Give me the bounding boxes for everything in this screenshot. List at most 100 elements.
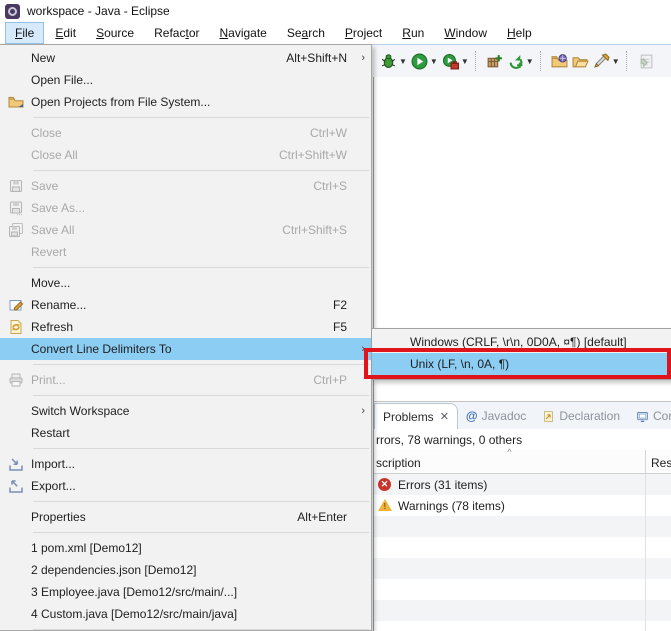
submenu-arrow-icon: › <box>353 343 365 355</box>
open-folder-icon[interactable] <box>572 53 589 70</box>
menu-item-refresh[interactable]: Refresh F5 <box>0 316 371 338</box>
folder-icon <box>0 94 31 110</box>
tab-declaration[interactable]: Declaration <box>534 403 628 429</box>
menu-item-move[interactable]: Move... <box>0 272 371 294</box>
menu-separator <box>33 170 369 171</box>
eclipse-logo-icon <box>5 4 20 19</box>
run-icon[interactable]: ▼ <box>411 53 438 70</box>
menu-file[interactable]: File <box>5 22 44 44</box>
new-java-project-icon[interactable] <box>486 53 503 70</box>
menu-item-open-file[interactable]: Open File... <box>0 69 371 91</box>
tab-problems[interactable]: Problems ✕ <box>374 403 458 429</box>
toolbar-separator <box>540 51 545 71</box>
menu-item-export[interactable]: Export... <box>0 475 371 497</box>
submenu-arrow-icon: › <box>353 405 365 417</box>
submenu-arrow-icon: › <box>353 52 365 64</box>
tab-javadoc[interactable]: @ Javadoc <box>458 403 534 429</box>
tab-console[interactable]: Console <box>628 403 671 429</box>
menu-separator <box>33 448 369 449</box>
menu-separator <box>33 117 369 118</box>
menu-item-recent-3[interactable]: 3 Employee.java [Demo12/src/main/...] <box>0 581 371 603</box>
menu-item-close-all: Close All Ctrl+Shift+W <box>0 144 371 166</box>
menu-item-save-as: Save As... <box>0 197 371 219</box>
menu-separator <box>33 532 369 533</box>
table-row <box>374 537 671 558</box>
save-all-icon <box>0 222 31 238</box>
submenu-item-unix[interactable]: Unix (LF, \n, 0A, ¶) <box>372 353 671 375</box>
debug-icon[interactable]: ▼ <box>380 53 407 70</box>
problems-summary: rrors, 78 warnings, 0 others <box>374 429 671 450</box>
update-plus-icon[interactable]: ▼ <box>507 53 534 70</box>
dropdown-arrow-icon[interactable]: ▼ <box>526 57 534 66</box>
dropdown-arrow-icon[interactable]: ▼ <box>461 57 469 66</box>
file-menu-dropdown: New Alt+Shift+N › Open File... Open Proj… <box>0 44 372 631</box>
menu-project[interactable]: Project <box>336 22 391 44</box>
menu-item-restart[interactable]: Restart <box>0 422 371 444</box>
refresh-icon <box>0 319 31 335</box>
menu-refactor[interactable]: Refactor <box>145 22 208 44</box>
menu-separator <box>33 629 369 630</box>
table-row <box>374 558 671 579</box>
run-external-icon[interactable]: ▼ <box>442 53 469 70</box>
menu-source[interactable]: Source <box>87 22 143 44</box>
import-icon <box>0 456 31 472</box>
menu-separator <box>33 395 369 396</box>
menu-item-new[interactable]: New Alt+Shift+N › <box>0 47 371 69</box>
table-row-warnings[interactable]: ! Warnings (78 items) <box>374 495 671 516</box>
table-row <box>374 600 671 621</box>
menu-search[interactable]: Search <box>278 22 334 44</box>
marker-pen-icon[interactable]: ▼ <box>593 53 620 70</box>
dropdown-arrow-icon[interactable]: ▼ <box>612 57 620 66</box>
disabled-action-icon <box>637 53 654 70</box>
menu-item-open-projects[interactable]: Open Projects from File System... <box>0 91 371 113</box>
table-row <box>374 621 671 631</box>
window-title: workspace - Java - Eclipse <box>27 4 170 18</box>
menu-item-rename[interactable]: Rename... F2 <box>0 294 371 316</box>
toolbar-separator <box>475 51 480 71</box>
menu-run[interactable]: Run <box>393 22 433 44</box>
submenu-item-windows[interactable]: Windows (CRLF, \r\n, 0D0A, ¤¶) [default] <box>372 331 671 353</box>
print-icon <box>0 372 31 388</box>
menu-bar: File Edit Source Refactor Navigate Searc… <box>0 22 671 44</box>
table-row-errors[interactable]: ✕ Errors (31 items) <box>374 474 671 495</box>
table-header-row: ^ scription Res <box>374 450 671 474</box>
save-as-icon <box>0 200 31 216</box>
menu-item-convert-line-delimiters[interactable]: Convert Line Delimiters To › <box>0 338 371 360</box>
menu-help[interactable]: Help <box>498 22 541 44</box>
menu-item-revert: Revert <box>0 241 371 263</box>
menu-item-save-all: Save All Ctrl+Shift+S <box>0 219 371 241</box>
table-row <box>374 579 671 600</box>
toolbar-separator <box>626 51 631 71</box>
view-tab-bar: Problems ✕ @ Javadoc Declaration Console <box>374 402 671 429</box>
menu-item-recent-2[interactable]: 2 dependencies.json [Demo12] <box>0 559 371 581</box>
menu-item-import[interactable]: Import... <box>0 453 371 475</box>
save-icon <box>0 178 31 194</box>
column-description[interactable]: ^ scription <box>374 450 645 473</box>
export-icon <box>0 478 31 494</box>
menu-separator <box>33 501 369 502</box>
problems-table: ✕ Errors (31 items) ! Warnings (78 items… <box>374 474 671 631</box>
close-icon[interactable]: ✕ <box>440 410 449 423</box>
menu-item-print: Print... Ctrl+P <box>0 369 371 391</box>
error-icon: ✕ <box>378 478 392 492</box>
menu-item-properties[interactable]: Properties Alt+Enter <box>0 506 371 528</box>
convert-delimiters-submenu: Windows (CRLF, \r\n, 0D0A, ¤¶) [default]… <box>371 328 671 380</box>
table-row <box>374 516 671 537</box>
dropdown-arrow-icon[interactable]: ▼ <box>399 57 407 66</box>
menu-item-close: Close Ctrl+W <box>0 122 371 144</box>
warning-icon: ! <box>378 499 392 513</box>
menu-navigate[interactable]: Navigate <box>210 22 275 44</box>
import-folder-icon[interactable] <box>551 53 568 70</box>
console-icon <box>636 410 649 423</box>
menu-item-save: Save Ctrl+S <box>0 175 371 197</box>
menu-item-recent-1[interactable]: 1 pom.xml [Demo12] <box>0 537 371 559</box>
dropdown-arrow-icon[interactable]: ▼ <box>430 57 438 66</box>
declaration-icon <box>542 410 555 423</box>
menu-window[interactable]: Window <box>435 22 496 44</box>
menu-edit[interactable]: Edit <box>46 22 85 44</box>
menu-item-recent-4[interactable]: 4 Custom.java [Demo12/src/main/java] <box>0 603 371 625</box>
title-bar: workspace - Java - Eclipse <box>0 0 671 22</box>
menu-separator <box>33 267 369 268</box>
menu-item-switch-workspace[interactable]: Switch Workspace › <box>0 400 371 422</box>
column-resource[interactable]: Res <box>645 450 671 473</box>
